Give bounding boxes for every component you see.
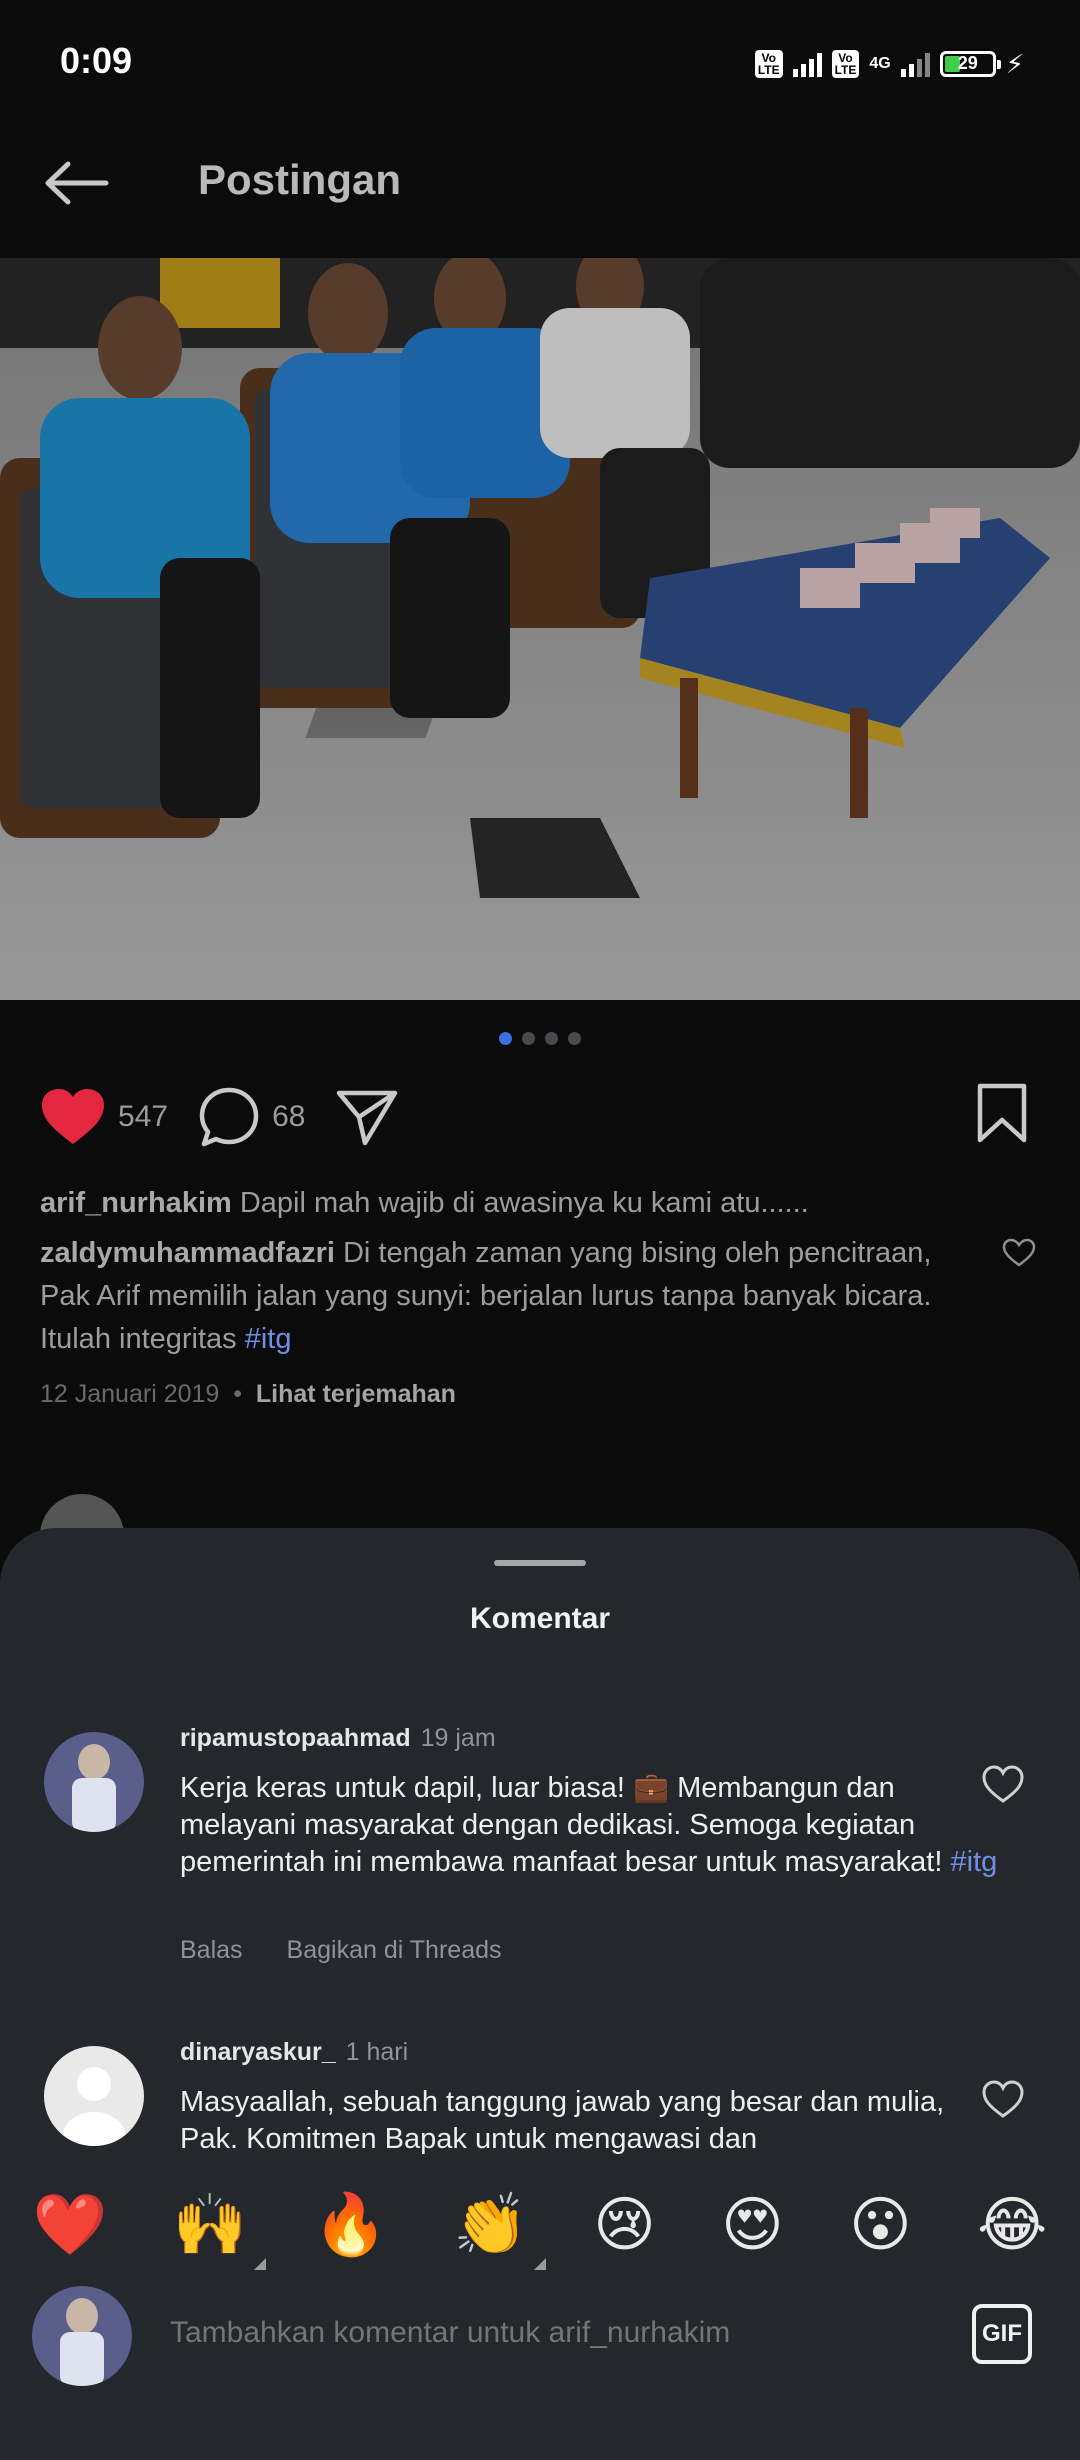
share-send-icon[interactable]	[335, 1087, 399, 1147]
meta-separator: •	[233, 1380, 242, 1408]
post-photo[interactable]	[0, 258, 1080, 1000]
top-comment-username[interactable]: zaldymuhammadfazri	[40, 1237, 335, 1269]
commenter-avatar[interactable]	[44, 1732, 144, 1832]
arrow-left-icon[interactable]	[44, 160, 110, 206]
post-date: 12 Januari 2019	[40, 1380, 220, 1408]
caption-text: Dapil mah wajib di awasinya ku kami atu.…	[239, 1187, 809, 1219]
comment-like-icon[interactable]	[981, 1765, 1025, 1805]
quick-emoji-bar: ❤️ 🙌 🔥 👏 😢 😍 😮 😂	[0, 2180, 1080, 2270]
skin-tone-indicator	[253, 2258, 266, 2270]
comment-header: dinaryaskur_ 1 hari	[180, 2038, 408, 2067]
carousel-indicator	[0, 1032, 1080, 1045]
comment-time: 1 hari	[345, 2038, 409, 2066]
carousel-dot	[545, 1032, 558, 1045]
top-comment-hashtag[interactable]: #itg	[245, 1323, 292, 1355]
charging-icon: ⚡	[1005, 48, 1024, 79]
system-nav-area	[0, 2402, 1080, 2460]
comment-text: Kerja keras untuk dapil, luar biasa! 💼 M…	[180, 1772, 943, 1878]
comment-count[interactable]: 68	[272, 1100, 305, 1134]
comment-input[interactable]	[170, 2316, 870, 2350]
post-caption: arif_nurhakim Dapil mah wajib di awasiny…	[40, 1182, 1000, 1225]
emoji-fire[interactable]: 🔥	[313, 2190, 388, 2260]
battery-percent: 29	[957, 53, 978, 73]
volte-1-badge: Vo LTE	[754, 50, 783, 78]
my-avatar	[32, 2286, 132, 2386]
carousel-dot	[568, 1032, 581, 1045]
comment-time: 19 jam	[420, 1724, 496, 1752]
top-comment-like-icon[interactable]	[1002, 1238, 1036, 1268]
page-title: Postingan	[198, 156, 402, 203]
emoji-surprised[interactable]: 😮	[849, 2190, 912, 2260]
emoji-clap[interactable]: 👏	[453, 2190, 546, 2270]
top-comment: zaldymuhammadfazri Di tengah zaman yang …	[40, 1232, 980, 1361]
comment-like-icon[interactable]	[981, 2080, 1025, 2120]
sheet-drag-handle[interactable]	[494, 1560, 586, 1566]
comment-text: Masyaallah, sebuah tanggung jawab yang b…	[180, 2086, 945, 2155]
battery-icon: 29	[939, 51, 1001, 77]
emoji-glyph: 🙌	[172, 2191, 248, 2258]
post-meta: 12 Januari 2019 • Lihat terjemahan	[40, 1380, 456, 1409]
comment-body: Kerja keras untuk dapil, luar biasa! 💼 M…	[180, 1770, 1000, 1881]
signal-2-icon	[900, 51, 930, 77]
emoji-crying[interactable]: 😢	[593, 2190, 656, 2260]
comment-username[interactable]: dinaryaskur_	[180, 2038, 336, 2066]
share-threads-button[interactable]: Bagikan di Threads	[287, 1936, 502, 1964]
comment-icon[interactable]	[198, 1086, 260, 1148]
carousel-dot	[522, 1032, 535, 1045]
comment-hashtag[interactable]: #itg	[951, 1846, 998, 1878]
status-icons: Vo LTE Vo LTE 4G 29 ⚡	[754, 44, 1024, 84]
skin-tone-indicator	[533, 2258, 546, 2270]
caption-username[interactable]: arif_nurhakim	[40, 1187, 232, 1219]
post-actions: 547 68	[40, 1082, 399, 1152]
reply-button[interactable]: Balas	[180, 1936, 243, 1964]
comment-body-clip: Masyaallah, sebuah tanggung jawab yang b…	[0, 2070, 1080, 2158]
comment-actions: Balas Bagikan di Threads	[180, 1936, 546, 1965]
carousel-dot	[499, 1032, 512, 1045]
emoji-raised-hands[interactable]: 🙌	[172, 2190, 266, 2270]
comment-username[interactable]: ripamustopaahmad	[180, 1724, 411, 1752]
gif-button[interactable]: GIF	[972, 2304, 1032, 2364]
emoji-heart[interactable]: ❤️	[33, 2190, 108, 2260]
volte-2-badge: Vo LTE	[831, 50, 860, 78]
status-time: 0:09	[60, 40, 133, 81]
bookmark-icon[interactable]	[974, 1082, 1030, 1144]
emoji-glyph: 👏	[453, 2191, 528, 2258]
network-type: 4G	[869, 55, 891, 72]
emoji-heart-eyes[interactable]: 😍	[721, 2190, 784, 2260]
signal-1-icon	[792, 51, 822, 77]
translate-link[interactable]: Lihat terjemahan	[256, 1380, 456, 1408]
like-heart-icon[interactable]	[40, 1087, 106, 1147]
emoji-joy[interactable]: 😂	[977, 2190, 1047, 2260]
like-count[interactable]: 547	[118, 1100, 168, 1134]
sheet-title: Komentar	[469, 1602, 611, 1635]
comment-header: ripamustopaahmad 19 jam	[180, 1724, 496, 1753]
